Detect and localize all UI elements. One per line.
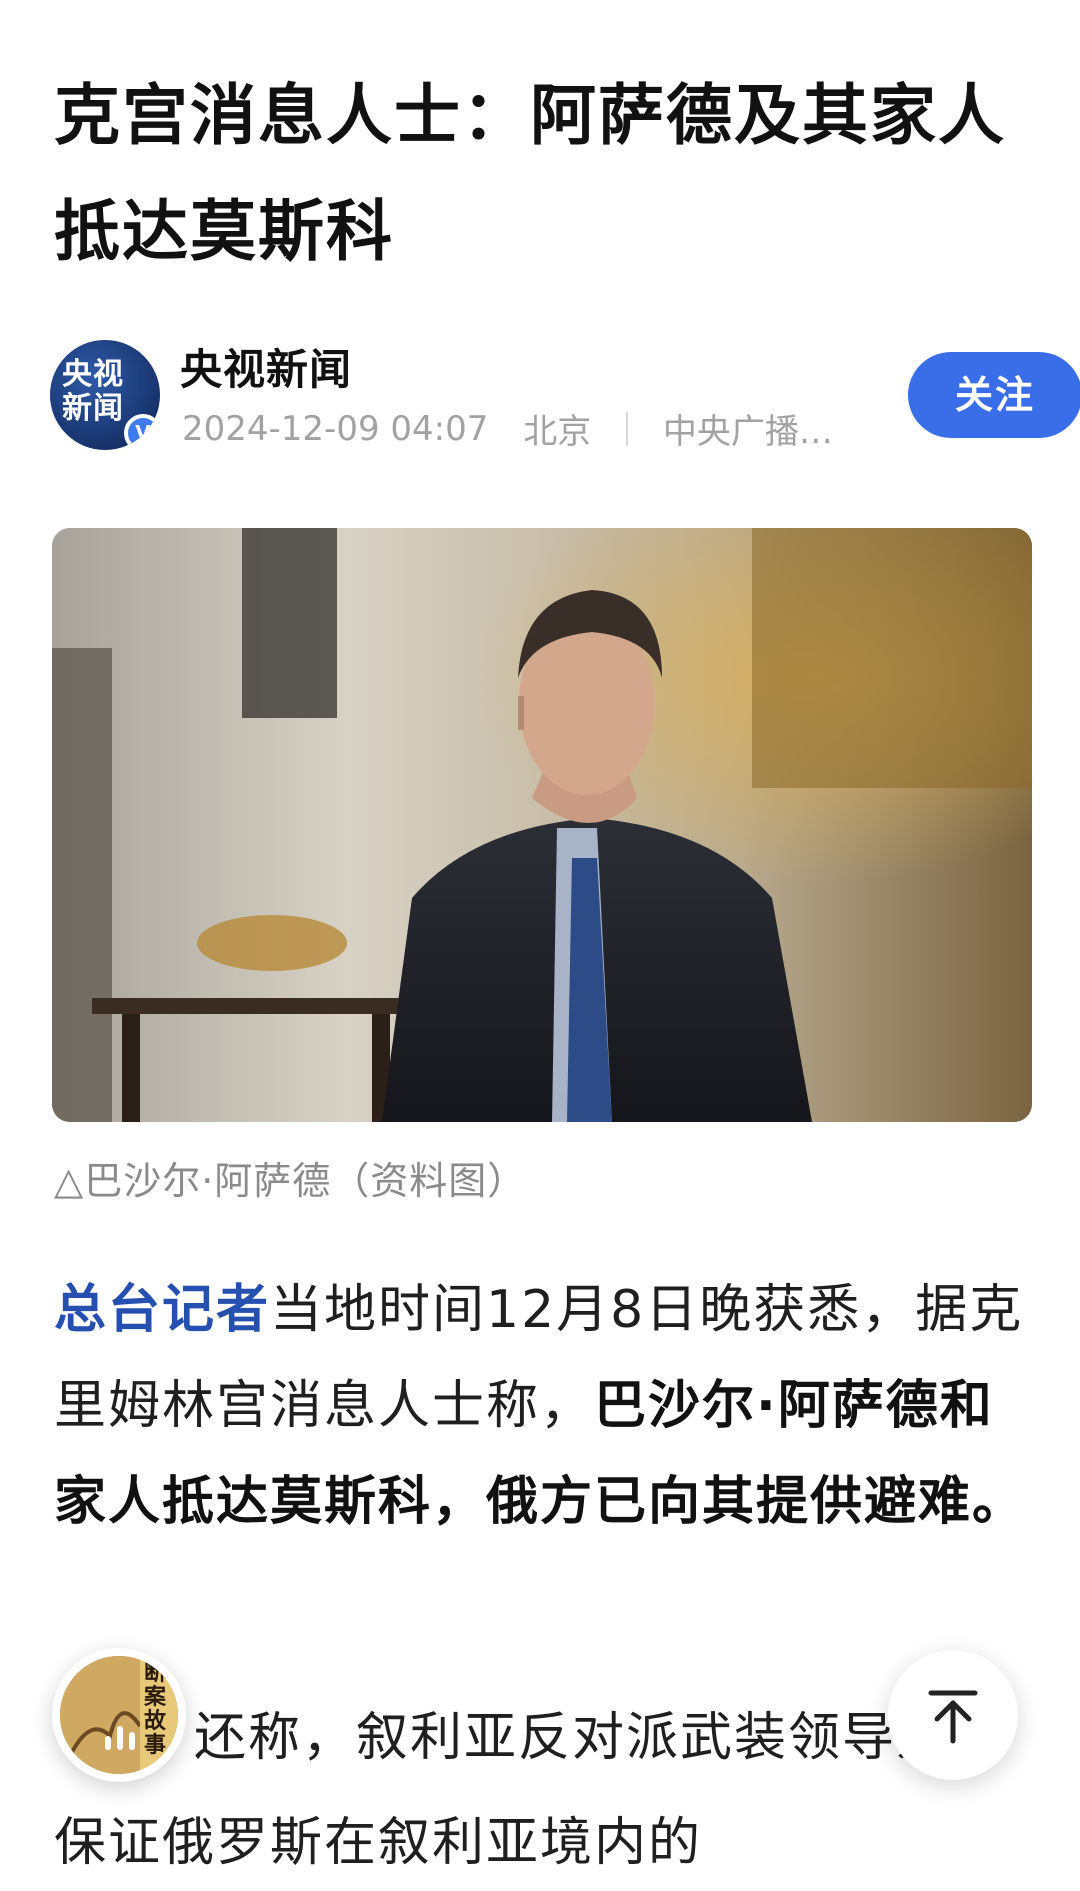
author-name[interactable]: 央视新闻 xyxy=(180,336,352,397)
verified-badge-icon: V xyxy=(124,414,160,450)
article-title: 克宫消息人士：阿萨德及其家人抵达莫斯科 xyxy=(54,77,1006,270)
audio-player-float[interactable]: 断案故事 xyxy=(52,1648,186,1782)
reporter-tag[interactable]: 总台记者 xyxy=(54,1280,270,1340)
publish-location: 北京 xyxy=(523,412,592,452)
publish-date: 2024-12-09 04:07 xyxy=(182,408,489,449)
arrow-up-icon xyxy=(928,1690,978,1744)
image-caption: △巴沙尔·阿萨德（资料图） xyxy=(54,1159,527,1203)
follow-button[interactable]: 关注 xyxy=(908,352,1080,438)
article-photo[interactable] xyxy=(52,528,1032,1122)
paragraph-2-line1: 还称，叙利亚反对派武装领导人 xyxy=(194,1708,951,1768)
author-avatar[interactable]: 央视新闻 V xyxy=(50,340,160,450)
audio-playing-icon xyxy=(102,1726,138,1750)
article-paragraph-2-line2: 保证俄罗斯在叙利亚境内的 xyxy=(54,1813,703,1873)
author-row: 央视新闻 V 央视新闻 2024-12-09 04:07 北京 中央广播… 关注 xyxy=(50,336,1080,452)
article-paragraph-1: 总台记者当地时间12月8日晚获悉，据克里姆林宫消息人士称，巴沙尔·阿萨德和家人抵… xyxy=(54,1262,1034,1550)
audio-cover-text: 断案故事 xyxy=(144,1661,167,1758)
article-meta: 2024-12-09 04:07 北京 中央广播… xyxy=(182,404,833,453)
photo-illustration xyxy=(52,528,1032,1122)
source-name: 中央广播… xyxy=(662,412,833,452)
scroll-to-top-button[interactable] xyxy=(888,1650,1018,1780)
meta-divider xyxy=(626,411,629,446)
audio-cover: 断案故事 xyxy=(60,1656,178,1774)
